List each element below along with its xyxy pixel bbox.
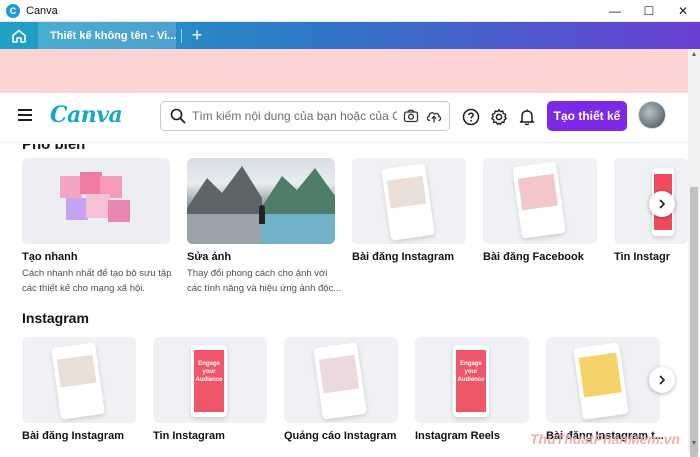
chevron-right-icon (659, 375, 666, 385)
carousel-next-button[interactable] (649, 367, 675, 393)
tab-bar: Thiết kế không tên - Vi... + (0, 22, 700, 49)
close-button[interactable]: ✕ (666, 0, 700, 22)
canva-app-icon: C (6, 3, 20, 18)
card-thumbnail (284, 337, 398, 423)
story-text-audience: Audience (195, 377, 223, 383)
post-image (578, 352, 622, 398)
instagram-post-thumbnail (352, 158, 466, 244)
section-title-popular: Pho biến (22, 144, 86, 153)
scroll-down-icon[interactable]: ▼ (688, 440, 700, 450)
tab-design[interactable]: Thiết kế không tên - Vi... (38, 22, 176, 49)
gear-icon (491, 108, 507, 126)
reel-text-engage: Engage (460, 361, 482, 367)
facebook-post-thumbnail (483, 158, 597, 244)
search-input[interactable] (192, 109, 397, 123)
new-tab-button[interactable]: + (182, 22, 212, 49)
help-icon (462, 108, 480, 126)
camera-icon[interactable] (403, 108, 419, 124)
card-title: Bài đăng Instagram (22, 430, 125, 442)
phone-mockup (512, 161, 566, 239)
tab-label: Thiết kế không tên - Vi... (50, 29, 176, 42)
story-image: Engage your Audience (194, 350, 224, 412)
card-description: Thay đổi phong cách cho ảnh với các tính… (187, 268, 342, 294)
phone-mockup (573, 342, 629, 420)
phone-mockup (313, 342, 367, 420)
card-title: Quảng cáo Instagram (284, 430, 397, 442)
card-thumbnail: Engage your Audience (415, 337, 529, 423)
card-title: Sửa ảnh (187, 251, 232, 263)
phone-mockup: Engage your Audience (191, 345, 227, 417)
home-icon (12, 29, 26, 43)
card-title: Instagram Reels (415, 430, 500, 442)
card-thumbnail (22, 337, 136, 423)
avatar[interactable] (638, 101, 666, 129)
search-icon (170, 108, 186, 124)
watermark: ThuThuatPhanMem.vn (530, 431, 681, 447)
search-box[interactable] (160, 101, 450, 131)
reel-image: Engage your Audience (456, 350, 486, 412)
card-title: Tin Instagram (153, 430, 225, 442)
card-title: Tạo nhanh (22, 251, 78, 263)
reel-text-audience: Audience (457, 377, 485, 383)
post-image (318, 354, 360, 394)
settings-button[interactable] (489, 107, 509, 127)
menu-icon[interactable] (18, 109, 32, 121)
create-design-button[interactable]: Tạo thiết kế (547, 101, 627, 131)
quick-create-thumbnail (22, 158, 170, 244)
card-description: Cách nhanh nhất để tạo bộ sưu tập các th… (22, 268, 172, 294)
collage-square (66, 198, 88, 220)
help-button[interactable] (461, 107, 481, 127)
card-title: Bài đăng Instagram (352, 251, 455, 263)
app-header: Canva Tìm kiếm nội dung của bạn hoặc của… (0, 93, 688, 143)
window-title: Canva (26, 4, 58, 17)
carousel-next-button[interactable] (649, 191, 675, 217)
scrollbar[interactable]: ▲ ▼ (688, 49, 700, 457)
bell-icon (519, 109, 535, 126)
minimize-button[interactable]: — (598, 0, 632, 22)
promo-banner (0, 49, 688, 93)
home-button[interactable] (0, 22, 38, 49)
phone-mockup (381, 163, 435, 241)
collage-square (80, 172, 102, 194)
phone-mockup (51, 342, 105, 420)
window-controls: — ☐ ✕ (598, 0, 700, 22)
mountain-lake-image (187, 166, 335, 244)
card-thumbnail: Engage your Audience (153, 337, 267, 423)
card-title: Tin Instagr (614, 251, 671, 263)
maximize-button[interactable]: ☐ (632, 0, 666, 22)
reel-text-your: your (464, 369, 478, 375)
story-text-engage: Engage (198, 361, 220, 367)
post-image (517, 173, 558, 211)
section-title-instagram: Instagram (22, 310, 89, 326)
phone-mockup: Engage your Audience (453, 345, 489, 417)
photo-edit-thumbnail (187, 158, 335, 244)
scroll-thumb[interactable] (690, 187, 698, 457)
story-text-your: your (202, 369, 216, 375)
collage-square (108, 200, 130, 222)
collage-square (60, 176, 82, 198)
post-image (386, 175, 427, 209)
main-content: Pho biến Tạo nhanh Cách nhanh nhất để tạ… (0, 144, 688, 452)
canva-logo[interactable]: Canva (50, 102, 123, 128)
card-thumbnail (546, 337, 660, 423)
chevron-right-icon (659, 199, 666, 209)
window-titlebar: C Canva — ☐ ✕ (0, 0, 700, 22)
notifications-button[interactable] (517, 107, 537, 127)
upload-cloud-icon[interactable] (425, 108, 443, 124)
post-image (56, 354, 97, 388)
card-title: Bài đăng Facebook (483, 251, 584, 263)
collage-square (86, 194, 110, 218)
scroll-up-icon[interactable]: ▲ (688, 51, 700, 61)
